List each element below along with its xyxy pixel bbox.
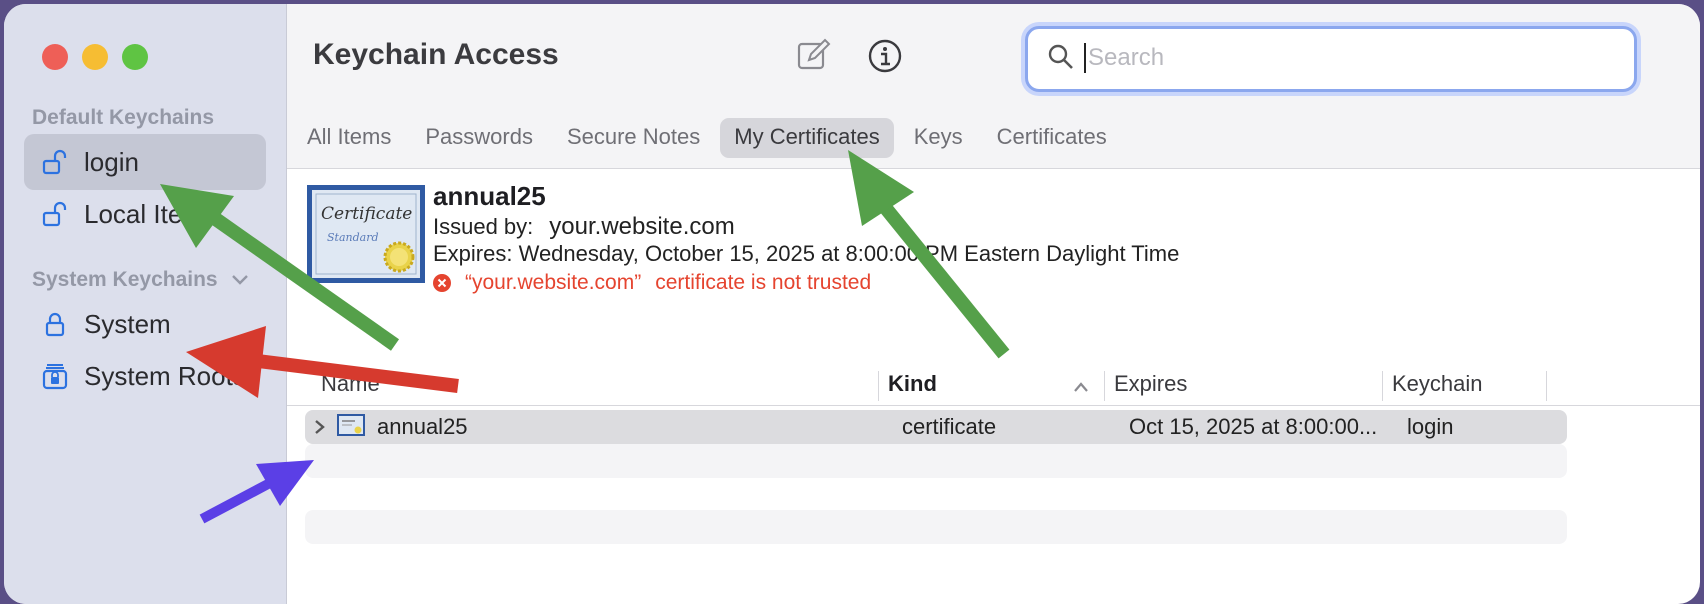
sort-ascending-icon[interactable] [1073,367,1089,405]
unlocked-padlock-icon [40,199,70,229]
tab-certificates[interactable]: Certificates [983,118,1121,158]
disclosure-chevron-icon[interactable] [313,411,327,445]
row-keychain: login [1407,414,1454,439]
expiration-text: Expires: Wednesday, October 15, 2025 at … [433,241,1180,266]
sidebar-item-label: login [84,146,139,177]
zoom-window-button[interactable] [122,44,148,70]
svg-text:Certificate: Certificate [321,204,412,224]
row-expires: Oct 15, 2025 at 8:00:00... [1129,414,1378,439]
toolbar: Keychain Access All Items Passwords Secu… [287,4,1700,169]
sidebar-item-label: Local Items [84,198,217,229]
empty-table-row [305,510,1567,544]
tab-passwords[interactable]: Passwords [411,118,547,158]
issuer-name: your.website.com [549,213,735,240]
locked-padlock-icon [40,309,70,339]
keychain-window: Default Keychains login Local Items Syst… [4,4,1700,604]
category-tabs: All Items Passwords Secure Notes My Cert… [293,118,1121,158]
search-input[interactable] [1086,37,1610,79]
column-divider[interactable] [1546,371,1547,401]
column-header-name[interactable]: Name [321,365,380,403]
search-field[interactable] [1025,26,1637,92]
close-window-button[interactable] [42,44,68,70]
search-icon [1048,44,1074,75]
sidebar-item-system[interactable]: System [24,296,266,352]
sidebar-item-system-roots[interactable]: System Roots [24,348,266,404]
compose-icon[interactable] [795,38,831,74]
row-name: annual25 [377,414,468,439]
trust-warning: “your.website.com” certificate is not tr… [433,271,871,295]
default-keychains-header: Default Keychains [32,106,215,129]
certificate-name: annual25 [433,181,546,211]
unlocked-padlock-icon [40,147,70,177]
column-header-keychain[interactable]: Keychain [1392,365,1483,403]
table-row[interactable]: annual25 certificate Oct 15, 2025 at 8:0… [305,410,1567,444]
main-pane: Keychain Access All Items Passwords Secu… [287,4,1700,604]
column-header-expires[interactable]: Expires [1114,365,1187,403]
error-message: certificate is not trusted [655,271,872,294]
sidebar: Default Keychains login Local Items Syst… [4,4,287,604]
issued-by: Issued by: your.website.com [433,213,735,241]
tab-keys[interactable]: Keys [900,118,977,158]
certificate-cabinet-icon [40,361,70,391]
column-divider[interactable] [1104,371,1105,401]
issued-by-label: Issued by: [433,214,534,239]
chevron-down-icon[interactable] [231,268,249,292]
certificate-small-icon [337,413,365,447]
svg-text:Standard: Standard [327,231,379,244]
empty-table-row [305,444,1567,478]
column-divider[interactable] [1382,371,1383,401]
error-x-icon [433,274,451,292]
column-header-kind[interactable]: Kind [888,365,937,403]
error-quote: “your.website.com” [465,271,642,294]
item-detail: Certificate Standard annual25 Issued by:… [287,169,1700,365]
tab-my-certificates[interactable]: My Certificates [720,118,894,158]
system-keychains-header[interactable]: System Keychains [32,268,249,292]
column-divider[interactable] [878,371,879,401]
sidebar-item-label: System [84,308,171,339]
row-kind: certificate [902,414,997,439]
app-title: Keychain Access [313,38,559,71]
sidebar-item-local-items[interactable]: Local Items [24,186,266,242]
certificate-image: Certificate Standard [307,185,425,283]
sidebar-item-label: System Roots [84,360,246,391]
tab-secure-notes[interactable]: Secure Notes [553,118,714,158]
tab-all-items[interactable]: All Items [293,118,405,158]
table-header: Name Kind Expires Keychain [287,365,1700,406]
info-icon[interactable] [867,38,903,74]
minimize-window-button[interactable] [82,44,108,70]
sidebar-item-login[interactable]: login [24,134,266,190]
system-keychains-label: System Keychains [32,268,218,291]
